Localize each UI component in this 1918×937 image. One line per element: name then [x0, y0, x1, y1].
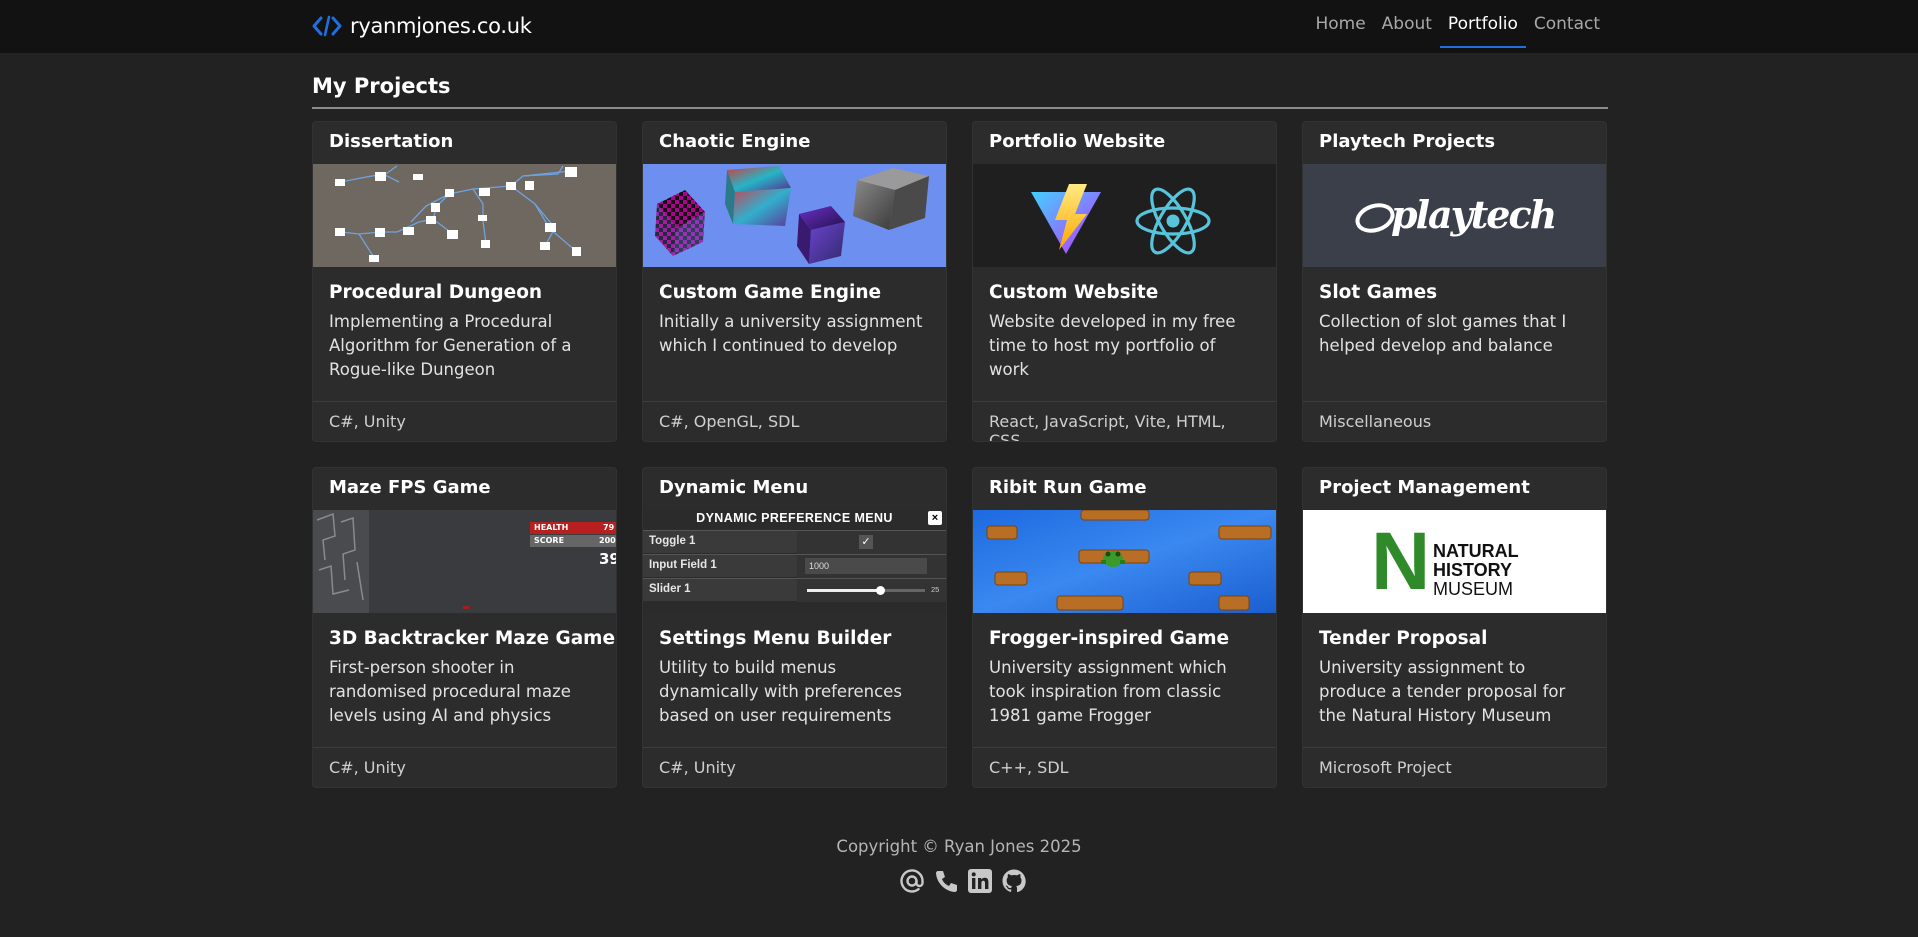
card-description: Collection of slot games that I helped d…: [1319, 312, 1567, 355]
project-card-project-management[interactable]: Project Management N NATURAL HISTORY MUS…: [1302, 467, 1607, 788]
nhm-logo-line3: MUSEUM: [1433, 579, 1513, 599]
project-card-chaotic-engine[interactable]: Chaotic Engine Custom Game Engine Initia…: [642, 121, 947, 442]
card-description: Implementing a Procedural Algorithm for …: [329, 312, 572, 379]
copyright-text: Copyright © Ryan Jones 2025: [836, 837, 1082, 856]
card-header: Portfolio Website: [973, 122, 1276, 164]
brand-link[interactable]: ryanmjones.co.uk: [312, 10, 532, 42]
playtech-logo-image: playtech: [1303, 164, 1606, 267]
input-label: Input Field 1: [649, 559, 717, 571]
hud-health-label: HEALTH: [534, 523, 569, 532]
title-divider: [312, 107, 1608, 109]
project-card-playtech[interactable]: Playtech Projects playtech Slot Games Co…: [1302, 121, 1607, 442]
linkedin-icon[interactable]: [966, 866, 994, 896]
card-title: Custom Game Engine: [659, 282, 882, 303]
github-icon[interactable]: [1000, 866, 1028, 896]
project-card-dissertation[interactable]: Dissertation Procedural Dungeon Implemen…: [312, 121, 617, 442]
card-title: Slot Games: [1319, 282, 1438, 303]
menu-title: DYNAMIC PREFERENCE MENU: [696, 511, 893, 525]
frogger-game-screenshot: [973, 510, 1276, 613]
playtech-wordmark: playtech: [1391, 192, 1557, 237]
card-header: Ribit Run Game: [973, 468, 1276, 510]
menu-row-input: Input Field 1 1000: [643, 554, 946, 578]
card-title: Custom Website: [989, 282, 1159, 303]
card-title: Procedural Dungeon: [329, 282, 543, 303]
hud-score-label: SCORE: [534, 536, 565, 545]
card-header: Playtech Projects: [1303, 122, 1606, 164]
card-description: Initially a university assignment which …: [659, 312, 923, 355]
slider-fill: [807, 589, 881, 592]
project-card-dynamic-menu[interactable]: Dynamic Menu DYNAMIC PREFERENCE MENU × T…: [642, 467, 947, 788]
card-description: First-person shooter in randomised proce…: [329, 658, 571, 725]
card-tags: C++, SDL: [973, 747, 1276, 787]
card-tags: C#, Unity: [313, 747, 616, 787]
card-title: Settings Menu Builder: [659, 628, 892, 649]
project-card-ribit-run[interactable]: Ribit Run Game Frogger-inspired Game Uni…: [972, 467, 1277, 788]
slider-value: 25: [931, 585, 940, 594]
phone-icon[interactable]: [932, 866, 960, 896]
hud-ammo-value: 39: [599, 550, 616, 568]
brand-name: ryanmjones.co.uk: [350, 14, 532, 38]
menu-row-toggle: Toggle 1 ✓: [643, 530, 946, 554]
card-tags: C#, OpenGL, SDL: [643, 401, 946, 441]
at-sign-icon[interactable]: [898, 866, 926, 896]
nav-home[interactable]: Home: [1307, 0, 1373, 48]
card-header: Dynamic Menu: [643, 468, 946, 510]
nhm-logo-image: N NATURAL HISTORY MUSEUM: [1303, 510, 1606, 613]
vite-react-image: [973, 164, 1276, 267]
toggle-label: Toggle 1: [649, 535, 696, 547]
card-header: Project Management: [1303, 468, 1606, 510]
preference-menu-screenshot: DYNAMIC PREFERENCE MENU × Toggle 1 ✓ Inp…: [643, 510, 946, 613]
input-field-box: 1000: [805, 558, 927, 574]
nav-portfolio[interactable]: Portfolio: [1439, 0, 1526, 48]
card-tags: Microsoft Project: [1303, 747, 1606, 787]
card-title: Tender Proposal: [1319, 628, 1488, 649]
page-title: My Projects: [312, 74, 451, 98]
slider-label: Slider 1: [649, 583, 691, 595]
card-description: Utility to build menus dynamically with …: [659, 658, 902, 725]
menu-row-slider: Slider 1 25: [643, 578, 946, 602]
slider-thumb: [875, 586, 885, 595]
maze-game-screenshot: HEALTH 79 SCORE 200 39: [313, 510, 616, 613]
nhm-logo-letter: N: [1371, 516, 1431, 607]
nhm-logo-line2: HISTORY: [1433, 560, 1513, 580]
card-tags: C#, Unity: [313, 401, 616, 441]
code-icon: [312, 15, 342, 37]
card-tags: Miscellaneous: [1303, 401, 1606, 441]
project-card-maze-fps[interactable]: Maze FPS Game HEALTH 79 SCORE 200 3 3D B…: [312, 467, 617, 788]
card-title: Frogger-inspired Game: [989, 628, 1230, 649]
card-description: University assignment to produce a tende…: [1319, 658, 1566, 725]
card-description: University assignment which took inspira…: [989, 658, 1227, 725]
card-header: Maze FPS Game: [313, 468, 616, 510]
nav-menu: Home About Portfolio Contact: [1307, 0, 1608, 53]
card-tags: C#, Unity: [643, 747, 946, 787]
close-icon: ×: [928, 511, 942, 525]
card-header: Dissertation: [313, 122, 616, 164]
slider-track: [807, 586, 925, 595]
card-description: Website developed in my free time to hos…: [989, 312, 1236, 379]
dungeon-map-image: [313, 164, 616, 267]
social-links: [898, 866, 1028, 896]
hud-score-value: 200: [599, 536, 616, 545]
cubes-image: [643, 164, 946, 267]
card-header: Chaotic Engine: [643, 122, 946, 164]
check-icon: ✓: [859, 535, 873, 549]
navbar: ryanmjones.co.uk Home About Portfolio Co…: [0, 0, 1918, 53]
hud-health-value: 79: [603, 523, 615, 532]
nav-about[interactable]: About: [1374, 0, 1440, 48]
project-card-portfolio-website[interactable]: Portfolio Website Custom Website Website…: [972, 121, 1277, 442]
card-title: 3D Backtracker Maze Game: [329, 628, 616, 649]
nhm-logo-line1: NATURAL: [1433, 541, 1519, 561]
card-tags: React, JavaScript, Vite, HTML, CSS: [973, 401, 1276, 441]
nav-contact[interactable]: Contact: [1526, 0, 1608, 48]
